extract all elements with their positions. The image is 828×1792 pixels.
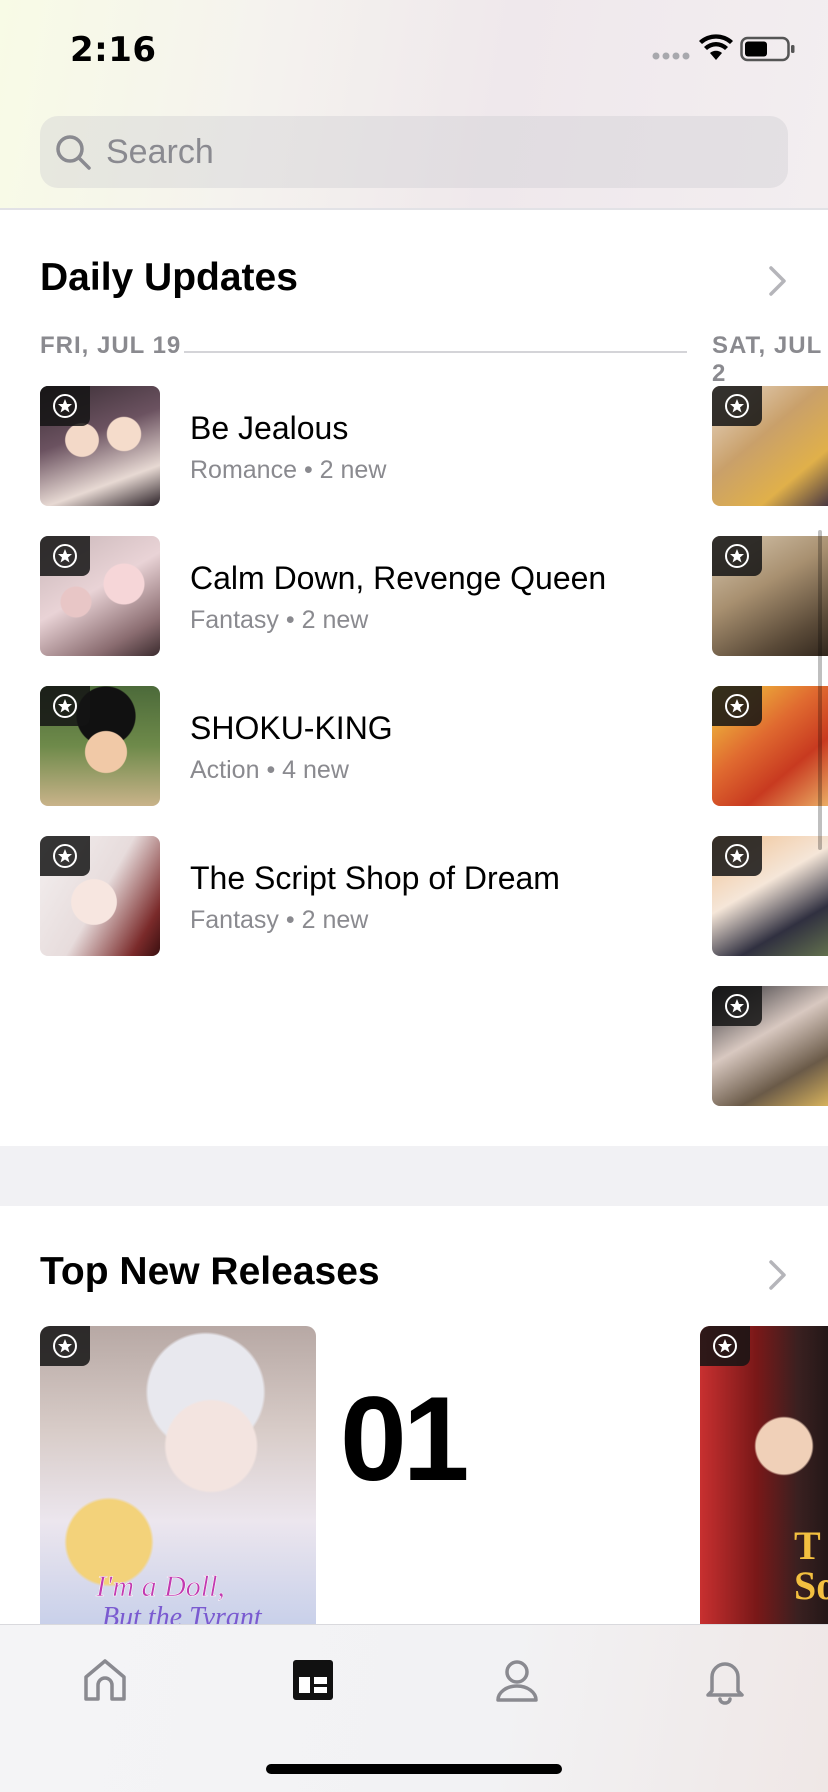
badge (712, 536, 762, 576)
star-badge-icon (725, 844, 749, 868)
notifications-icon[interactable] (700, 1655, 750, 1705)
item-subtitle: Romance • 2 new (190, 456, 386, 485)
search-input[interactable] (106, 132, 746, 172)
next-day-cover-thumbnail[interactable] (712, 536, 828, 656)
star-badge-icon (53, 1334, 77, 1358)
cover-thumbnail (40, 536, 160, 656)
badge (40, 386, 90, 426)
badge (712, 386, 762, 426)
rank-number: 01 (340, 1372, 469, 1506)
search-bar[interactable] (40, 116, 788, 188)
cover-thumbnail (40, 686, 160, 806)
star-badge-icon (725, 394, 749, 418)
separator: • (266, 756, 276, 784)
badge (712, 686, 762, 726)
next-day-cover-thumbnail[interactable] (712, 986, 828, 1106)
badge (40, 1326, 90, 1366)
list-item[interactable]: SHOKU-KING Action • 4 new (40, 686, 680, 806)
home-indicator[interactable] (266, 1764, 562, 1774)
item-title: Be Jealous (190, 410, 349, 446)
cover-thumbnail (40, 386, 160, 506)
star-badge-icon (725, 994, 749, 1018)
status-bar: 2:16 (0, 0, 828, 100)
item-title: The Script Shop of Dream (190, 860, 560, 896)
daily-updates-chevron-right-icon[interactable] (766, 264, 790, 298)
header: 2:16 (0, 0, 828, 210)
badge (712, 986, 762, 1026)
scroll-indicator[interactable] (818, 530, 822, 850)
top-new-releases-chevron-right-icon[interactable] (766, 1258, 790, 1292)
top-new-releases-title: Top New Releases (40, 1250, 380, 1293)
cover-title-line1: I'm a Doll, (96, 1570, 225, 1604)
next-day-cover-thumbnail[interactable] (712, 386, 828, 506)
daily-updates-title: Daily Updates (40, 256, 298, 299)
star-badge-icon (713, 1334, 737, 1358)
date-label-next: SAT, JUL 2 (712, 332, 822, 387)
item-genre: Action (190, 756, 260, 784)
next-day-cover-thumbnail[interactable] (712, 836, 828, 956)
star-badge-icon (725, 694, 749, 718)
star-badge-icon (53, 544, 77, 568)
badge (40, 836, 90, 876)
separator: • (285, 906, 295, 934)
item-title: Calm Down, Revenge Queen (190, 560, 607, 596)
item-count: 2 new (319, 456, 387, 484)
item-subtitle: Fantasy • 2 new (190, 906, 368, 935)
search-icon (56, 135, 91, 170)
item-genre: Fantasy (190, 906, 279, 934)
battery-icon (740, 36, 795, 62)
star-badge-icon (53, 394, 77, 418)
cover-title-line2: But the Tyrant (102, 1602, 262, 1626)
star-badge-icon (53, 694, 77, 718)
separator: • (285, 606, 295, 634)
wifi-icon (699, 34, 733, 60)
item-subtitle: Action • 4 new (190, 756, 349, 785)
star-badge-icon (725, 544, 749, 568)
list-item[interactable]: Be Jealous Romance • 2 new (40, 386, 680, 506)
star-badge-icon (53, 844, 77, 868)
badge (40, 536, 90, 576)
home-icon[interactable] (80, 1655, 130, 1705)
list-item[interactable]: Calm Down, Revenge Queen Fantasy • 2 new (40, 536, 680, 656)
profile-icon[interactable] (492, 1655, 542, 1705)
release-cover[interactable]: I'm a Doll, But the Tyrant (40, 1326, 316, 1626)
badge (40, 686, 90, 726)
status-time: 2:16 (70, 30, 157, 70)
item-genre: Fantasy (190, 606, 279, 634)
cover-title-partial: T Sor (794, 1523, 828, 1608)
next-day-cover-thumbnail[interactable] (712, 686, 828, 806)
release-cover[interactable]: T Sor (700, 1326, 828, 1626)
badge (712, 836, 762, 876)
item-subtitle: Fantasy • 2 new (190, 606, 368, 635)
browse-icon[interactable] (288, 1655, 338, 1705)
cover-thumbnail (40, 836, 160, 956)
list-item[interactable]: The Script Shop of Dream Fantasy • 2 new (40, 836, 680, 956)
item-genre: Romance (190, 456, 297, 484)
item-count: 2 new (301, 906, 369, 934)
badge (700, 1326, 750, 1366)
item-title: SHOKU-KING (190, 710, 393, 746)
separator: • (303, 456, 313, 484)
date-divider (184, 351, 687, 353)
signal-icon (652, 52, 690, 60)
section-divider (0, 1146, 828, 1206)
item-count: 4 new (282, 756, 349, 784)
date-label-current: FRI, JUL 19 (40, 332, 182, 359)
item-count: 2 new (301, 606, 369, 634)
